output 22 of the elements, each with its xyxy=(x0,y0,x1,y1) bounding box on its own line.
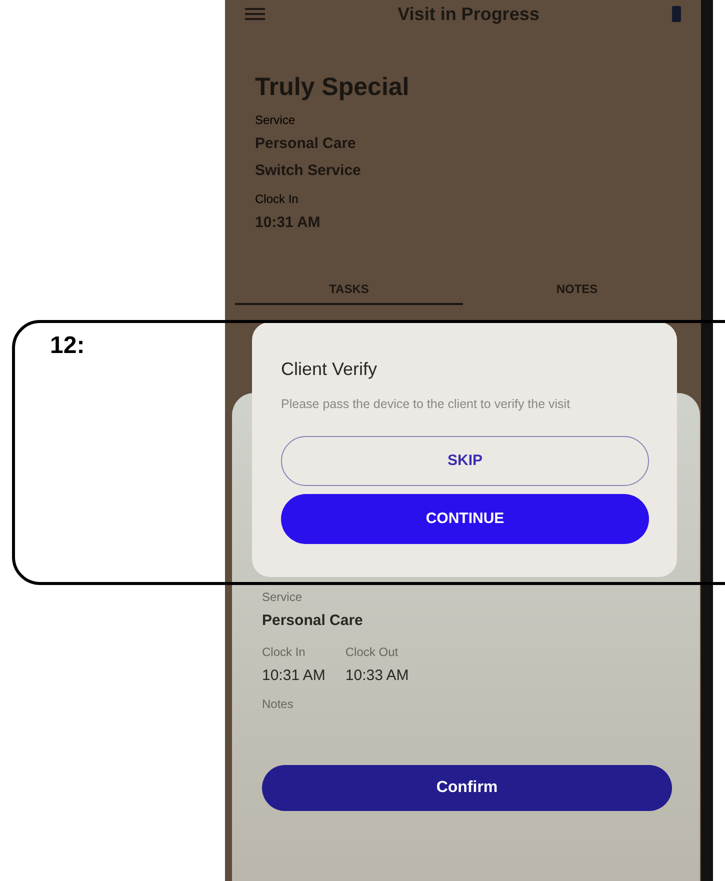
field-label: Service xyxy=(262,589,304,606)
field-value: 10:33 AM xyxy=(345,666,409,686)
dialog-message: Please pass the device to the client to verify the visit xyxy=(281,396,572,413)
dialog-title: Client Verify xyxy=(281,358,378,381)
step-label: 12: xyxy=(50,331,85,361)
field-value: Personal Care xyxy=(255,134,357,154)
client-name: Truly Special xyxy=(255,72,410,103)
continue-button[interactable]: CONTINUE xyxy=(281,494,649,544)
battery-icon xyxy=(672,6,681,22)
screen-title: Visit in Progress xyxy=(398,2,540,26)
field-value: 10:31 AM xyxy=(262,666,326,686)
field-label: Clock Out xyxy=(345,644,400,660)
menu-icon[interactable] xyxy=(245,7,265,21)
field-label: Notes xyxy=(262,696,294,713)
field-label: Clock In xyxy=(262,644,306,660)
field-value: 10:31 AM xyxy=(255,213,322,234)
confirm-button[interactable]: Confirm xyxy=(262,765,672,811)
field-value: Personal Care xyxy=(262,611,364,631)
field-label: Service xyxy=(255,112,296,130)
field-label: Clock In xyxy=(255,191,300,208)
field-value: Switch Service xyxy=(255,160,362,181)
skip-button[interactable]: SKIP xyxy=(281,436,649,486)
